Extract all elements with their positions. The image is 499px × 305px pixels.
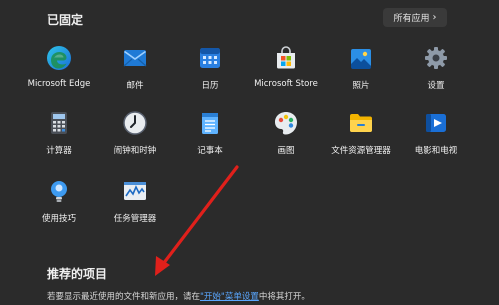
paint-icon [275,112,297,135]
calendar-icon [200,48,220,68]
tips-bulb-icon [51,181,67,202]
app-label: 任务管理器 [113,214,157,224]
pinned-section-title: 已固定 [47,13,84,27]
app-label: 记事本 [197,146,223,156]
pinned-app-file-explorer[interactable]: 文件资源管理器 [323,110,399,166]
pinned-app-store[interactable]: Microsoft Store [248,45,324,101]
movies-tv-icon [426,114,446,132]
chevron-right-icon: › [432,11,437,23]
recommended-hint: 若要显示最近使用的文件和新应用，请在"开始"菜单设置中将其打开。 [47,290,310,302]
start-settings-link[interactable]: "开始"菜单设置 [200,292,259,302]
settings-gear-icon [425,47,447,69]
hint-suffix: 中将其打开。 [258,292,310,302]
pinned-app-task-manager[interactable]: 任务管理器 [97,178,173,234]
pinned-app-calculator[interactable]: 计算器 [21,110,97,166]
pinned-app-photos[interactable]: 照片 [323,45,399,101]
app-label: 画图 [277,146,295,156]
all-apps-label: 所有应用 [393,14,430,24]
app-label: Microsoft Store [254,79,318,89]
pinned-app-movies-tv[interactable]: 电影和电视 [398,110,474,166]
mail-icon [123,50,147,67]
app-label: 文件资源管理器 [331,146,391,156]
hint-text: 若要显示最近使用的文件和新应用，请在 [47,292,201,302]
app-label: 邮件 [126,81,144,91]
pinned-app-settings[interactable]: 设置 [398,45,474,101]
edge-icon [47,46,71,70]
app-label: 日历 [201,81,219,91]
pinned-app-notepad[interactable]: 记事本 [172,110,248,166]
folder-icon [350,114,372,132]
app-label: 使用技巧 [41,214,76,224]
app-label: 闹钟和时钟 [113,146,157,156]
app-label: 照片 [352,81,370,91]
recommended-section-title: 推荐的项目 [47,267,108,281]
app-label: 计算器 [46,146,72,156]
clock-icon [123,111,147,135]
store-icon [277,46,295,69]
task-manager-icon [124,182,146,200]
pinned-app-calendar[interactable]: 日历 [172,45,248,101]
pinned-app-clock[interactable]: 闹钟和时钟 [97,110,173,166]
start-menu-panel: 已固定 所有应用 › Microsoft Edge 邮件 日历 Microsof… [0,0,499,305]
pinned-app-mail[interactable]: 邮件 [97,45,173,101]
app-label: 设置 [427,81,445,91]
calculator-icon [51,112,67,134]
pinned-app-tips[interactable]: 使用技巧 [21,178,97,234]
app-label: Microsoft Edge [27,79,91,89]
notepad-icon [202,113,218,134]
pinned-app-paint[interactable]: 画图 [248,110,324,166]
photos-icon [351,49,371,69]
all-apps-button[interactable]: 所有应用 › [383,8,447,27]
pinned-app-edge[interactable]: Microsoft Edge [21,45,97,101]
app-label: 电影和电视 [414,146,458,156]
